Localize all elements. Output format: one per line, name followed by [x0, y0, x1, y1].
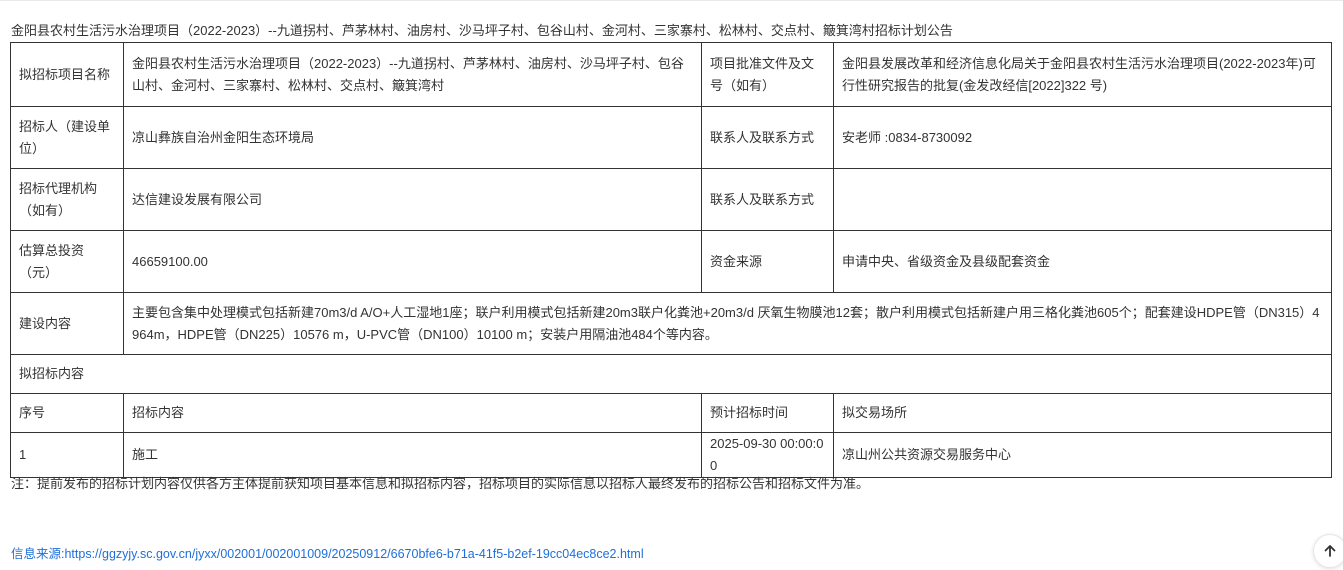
header-no: 序号: [10, 393, 124, 433]
item-place: 凉山州公共资源交易服务中心: [833, 432, 1332, 478]
funding-value: 申请中央、省级资金及县级配套资金: [833, 230, 1332, 293]
source-label: 信息来源:: [11, 547, 65, 561]
funding-label: 资金来源: [701, 230, 834, 293]
source-line: 信息来源:https://ggzyjy.sc.gov.cn/jyxx/00200…: [11, 543, 644, 562]
footnote: 注：提前发布的招标计划内容仅供各方主体提前获知项目基本信息和拟招标内容，招标项目…: [11, 476, 870, 491]
approval-doc-label: 项目批准文件及文号（如有）: [701, 42, 834, 107]
agency-label: 招标代理机构（如有）: [10, 168, 124, 231]
table-header-row: 序号 招标内容 预计招标时间 拟交易场所: [10, 393, 1332, 433]
agency-value: 达信建设发展有限公司: [123, 168, 702, 231]
table-row: 招标代理机构（如有） 达信建设发展有限公司 联系人及联系方式: [10, 168, 1332, 231]
project-name-value: 金阳县农村生活污水治理项目（2022-2023）--九道拐村、芦茅林村、油房村、…: [123, 42, 702, 107]
section-label: 拟招标内容: [10, 354, 1332, 394]
agency-contact-label: 联系人及联系方式: [701, 168, 834, 231]
investment-label: 估算总投资（元）: [10, 230, 124, 293]
project-name-label: 拟招标项目名称: [10, 42, 124, 107]
item-no: 1: [10, 432, 124, 478]
header-time: 预计招标时间: [701, 393, 834, 433]
approval-doc-value: 金阳县发展改革和经济信息化局关于金阳县农村生活污水治理项目(2022-2023年…: [833, 42, 1332, 107]
top-divider: [0, 0, 1343, 1]
table-row: 建设内容 主要包含集中处理模式包括新建70m3/d A/O+人工湿地1座；联户利…: [10, 292, 1332, 355]
header-content: 招标内容: [123, 393, 702, 433]
page-title: 金阳县农村生活污水治理项目（2022-2023）--九道拐村、芦茅林村、油房村、…: [11, 23, 953, 38]
agency-contact-value: [833, 168, 1332, 231]
item-time: 2025-09-30 00:00:00: [701, 432, 834, 478]
construction-label: 建设内容: [10, 292, 124, 355]
header-place: 拟交易场所: [833, 393, 1332, 433]
table-row: 拟招标内容: [10, 354, 1332, 394]
source-link[interactable]: https://ggzyjy.sc.gov.cn/jyxx/002001/002…: [64, 547, 643, 561]
back-to-top-button[interactable]: [1313, 534, 1343, 568]
tenderer-value: 凉山彝族自治州金阳生态环境局: [123, 106, 702, 169]
investment-value: 46659100.00: [123, 230, 702, 293]
tenderer-label: 招标人（建设单位）: [10, 106, 124, 169]
construction-value: 主要包含集中处理模式包括新建70m3/d A/O+人工湿地1座；联户利用模式包括…: [123, 292, 1332, 355]
table-row: 拟招标项目名称 金阳县农村生活污水治理项目（2022-2023）--九道拐村、芦…: [10, 42, 1332, 107]
table-row: 估算总投资（元） 46659100.00 资金来源 申请中央、省级资金及县级配套…: [10, 230, 1332, 293]
contact-value: 安老师 :0834-8730092: [833, 106, 1332, 169]
item-content: 施工: [123, 432, 702, 478]
tender-plan-table: 拟招标项目名称 金阳县农村生活污水治理项目（2022-2023）--九道拐村、芦…: [10, 42, 1332, 478]
table-row: 招标人（建设单位） 凉山彝族自治州金阳生态环境局 联系人及联系方式 安老师 :0…: [10, 106, 1332, 169]
table-row: 1 施工 2025-09-30 00:00:00 凉山州公共资源交易服务中心: [10, 432, 1332, 478]
arrow-up-icon: [1324, 545, 1336, 557]
contact-label: 联系人及联系方式: [701, 106, 834, 169]
